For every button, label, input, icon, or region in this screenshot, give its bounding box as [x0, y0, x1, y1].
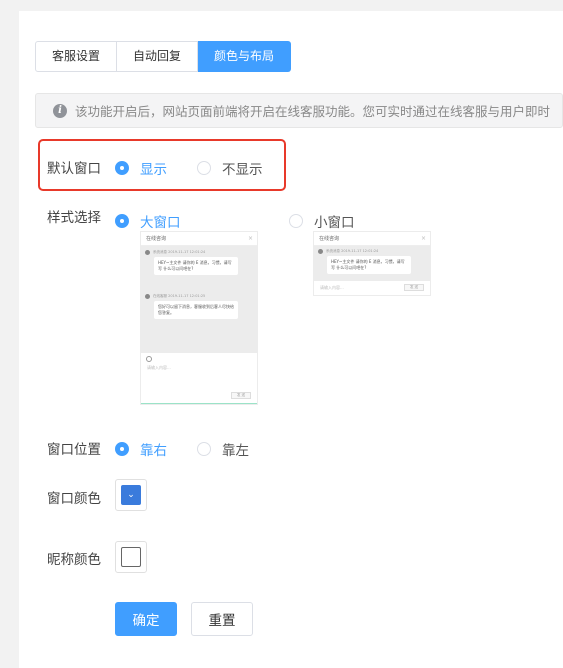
smile-icon	[146, 356, 152, 362]
nickname-color-picker[interactable]	[115, 541, 147, 573]
preview-send-button: 发 送	[231, 392, 251, 399]
radio-dot	[197, 442, 211, 456]
default-window-label: 默认窗口	[47, 161, 101, 177]
preview-header: 在线咨询 ×	[141, 232, 257, 246]
preview-message: 系统消息 2019-11-17 12:01:24 HEY~主文件 请你的 E 消…	[318, 249, 411, 274]
preview-input-area: 请输入内容... 发 送	[314, 281, 430, 295]
preview-message: 在线客服 2019-11-17 12:01:25 您好可以留下消息，客服收到后客…	[145, 294, 238, 319]
radio-dot	[115, 214, 129, 228]
nickname-color-label: 昵称颜色	[47, 552, 101, 568]
chevron-down-icon: ⌄	[127, 489, 135, 500]
msg-meta: 在线客服 2019-11-17 12:01:25	[153, 294, 206, 298]
window-color-picker[interactable]: ⌄	[115, 479, 147, 511]
preview-message: 系统消息 2019-11-17 12:01:24 HEY~主文件 请你的 E 消…	[145, 250, 238, 275]
close-icon: ×	[420, 235, 426, 242]
radio-left[interactable]: 靠左	[197, 439, 249, 459]
avatar-icon	[318, 249, 323, 254]
info-bar: i 该功能开启后，网站页面前端将开启在线客服功能。您可实时通过在线客服与用户即时	[35, 93, 563, 128]
preview-header: 在线咨询 ×	[314, 232, 430, 246]
tab-customer-service[interactable]: 客服设置	[35, 41, 118, 72]
msg-meta: 系统消息 2019-11-17 12:01:24	[153, 250, 206, 254]
radio-large-label: 大窗口	[140, 215, 181, 231]
radio-hide[interactable]: 不显示	[197, 158, 263, 178]
info-text: 该功能开启后，网站页面前端将开启在线客服功能。您可实时通过在线客服与用户即时	[75, 104, 551, 119]
radio-show[interactable]: 显示	[115, 158, 167, 178]
info-icon: i	[53, 103, 67, 118]
style-label: 样式选择	[47, 210, 101, 226]
radio-small-label: 小窗口	[314, 215, 355, 231]
msg-meta: 系统消息 2019-11-17 12:01:24	[326, 249, 379, 253]
radio-show-label: 显示	[140, 162, 167, 178]
preview-placeholder: 请输入内容...	[320, 285, 344, 290]
msg-bubble: HEY~主文件 请你的 E 消息，习惯，请写写 什么可以问吧在?	[327, 256, 411, 274]
window-color-label: 窗口颜色	[47, 491, 101, 507]
radio-left-label: 靠左	[222, 443, 249, 459]
preview-title: 在线咨询	[146, 236, 167, 242]
preview-send-button: 发 送	[404, 284, 424, 291]
confirm-button[interactable]: 确定	[115, 602, 177, 636]
msg-bubble: HEY~主文件 请你的 E 消息，习惯，请写写 什么可以问吧在?	[154, 257, 238, 275]
preview-body: 系统消息 2019-11-17 12:01:24 HEY~主文件 请你的 E 消…	[141, 246, 257, 353]
large-window-preview[interactable]: 在线咨询 × 系统消息 2019-11-17 12:01:24 HEY~主文件 …	[140, 231, 258, 405]
tab-bar: 客服设置 自动回复 颜色与布局	[35, 41, 292, 72]
radio-dot	[289, 214, 303, 228]
close-icon: ×	[247, 235, 253, 242]
preview-input-area: 请输入内容... 发 送	[141, 353, 257, 404]
radio-dot	[115, 442, 129, 456]
preview-placeholder: 请输入内容...	[147, 365, 171, 370]
small-window-preview[interactable]: 在线咨询 × 系统消息 2019-11-17 12:01:24 HEY~主文件 …	[313, 231, 431, 296]
radio-small-window[interactable]: 小窗口	[289, 211, 355, 231]
radio-hide-label: 不显示	[222, 162, 263, 178]
nickname-color-swatch	[121, 547, 141, 567]
tab-color-layout[interactable]: 颜色与布局	[198, 41, 292, 72]
msg-bubble: 您好可以留下消息，客服收到后客人尽快给您答复。	[154, 301, 238, 319]
radio-dot	[115, 161, 129, 175]
radio-large-window[interactable]: 大窗口	[115, 211, 181, 231]
window-color-swatch: ⌄	[121, 485, 141, 505]
radio-dot	[197, 161, 211, 175]
preview-title: 在线咨询	[319, 236, 340, 242]
radio-right[interactable]: 靠右	[115, 439, 167, 459]
position-label: 窗口位置	[47, 442, 101, 458]
avatar-icon	[145, 294, 150, 299]
tab-auto-reply[interactable]: 自动回复	[117, 41, 199, 72]
avatar-icon	[145, 250, 150, 255]
radio-right-label: 靠右	[140, 443, 167, 459]
preview-body: 系统消息 2019-11-17 12:01:24 HEY~主文件 请你的 E 消…	[314, 246, 430, 281]
reset-button[interactable]: 重置	[191, 602, 253, 636]
